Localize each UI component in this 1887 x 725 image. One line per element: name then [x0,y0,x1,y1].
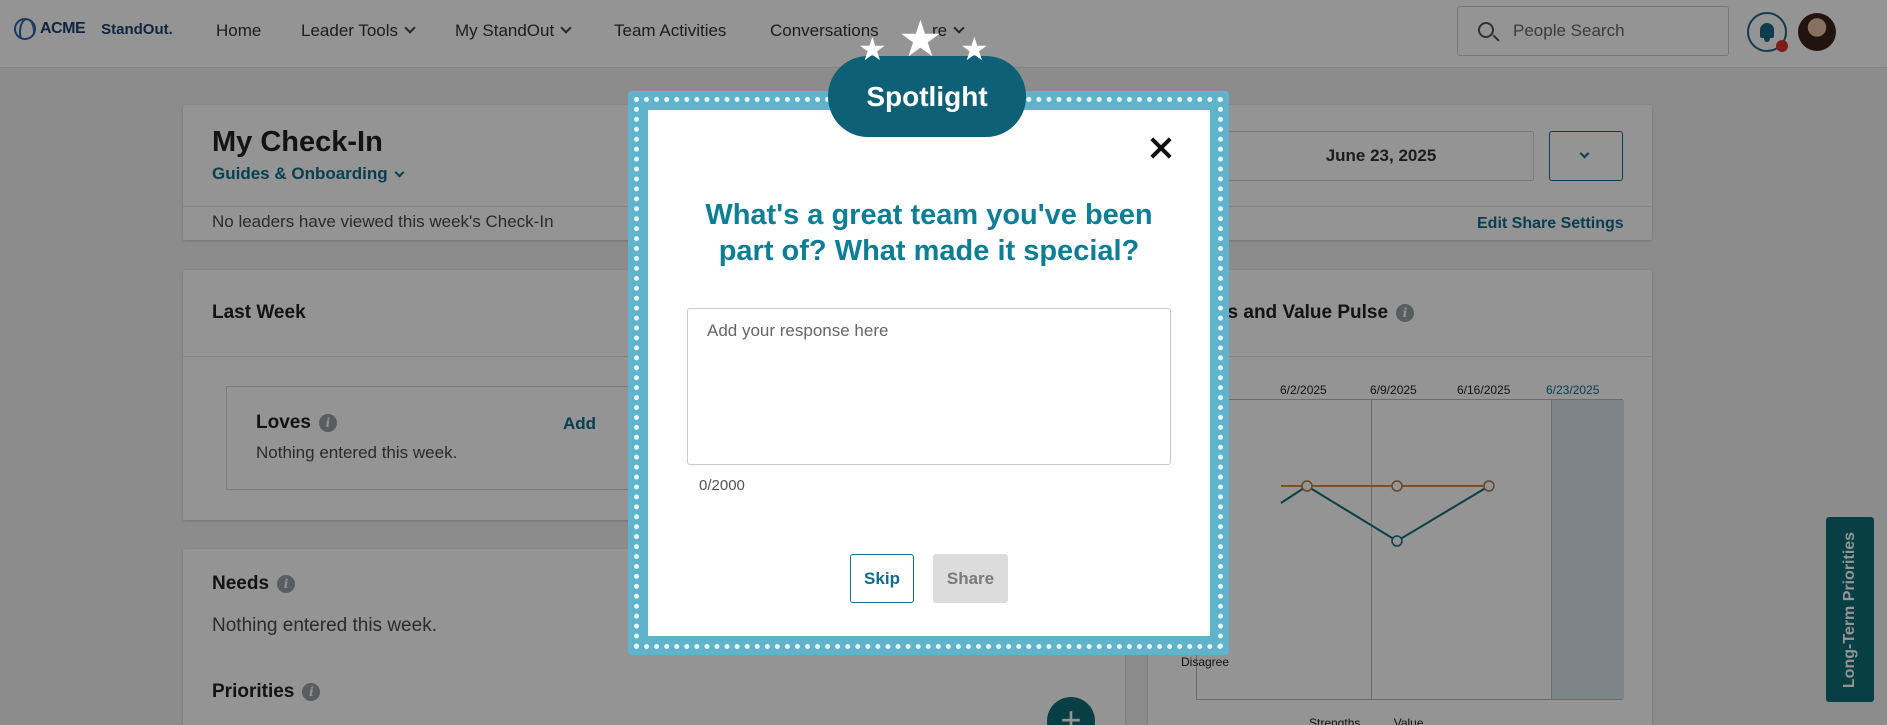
skip-button[interactable]: Skip [850,554,914,603]
star-icon: ★ [960,31,989,67]
spotlight-question: What's a great team you've been part of?… [705,199,1153,267]
close-icon[interactable] [1148,135,1174,161]
character-counter: 0/2000 [699,477,745,494]
star-icon: ★ [898,11,943,67]
share-button[interactable]: Share [933,554,1008,603]
star-icon: ★ [858,31,887,67]
spotlight-badge: Spotlight [828,56,1026,137]
response-textarea[interactable] [687,308,1171,465]
